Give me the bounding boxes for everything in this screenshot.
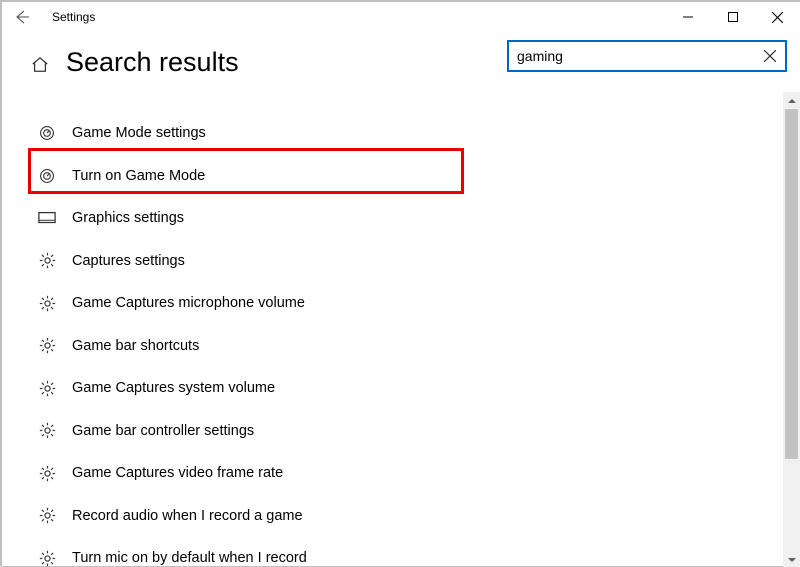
app-title: Settings (42, 10, 95, 24)
result-label: Captures settings (72, 253, 185, 269)
result-item[interactable]: Game bar shortcuts (32, 325, 462, 368)
result-item[interactable]: Turn on Game Mode (32, 155, 462, 198)
maximize-button[interactable] (710, 2, 755, 32)
scroll-up-button[interactable] (783, 92, 800, 109)
scroll-down-button[interactable] (783, 551, 800, 567)
x-icon (764, 50, 776, 62)
result-label: Game Mode settings (72, 125, 206, 141)
gear-icon (38, 337, 56, 355)
close-button[interactable] (755, 2, 800, 32)
chevron-down-icon (788, 556, 796, 564)
gear-icon (38, 294, 56, 312)
result-label: Turn mic on by default when I record (72, 550, 307, 566)
results-list: Game Mode settings Turn on Game Mode Graph… (32, 112, 462, 567)
gear-icon (38, 422, 56, 440)
maximize-icon (728, 12, 738, 22)
home-button[interactable] (30, 55, 50, 75)
result-label: Graphics settings (72, 210, 184, 226)
result-label: Game bar shortcuts (72, 338, 199, 354)
gear-icon (38, 464, 56, 482)
content-area: Game Mode settings Turn on Game Mode Graph… (2, 92, 800, 567)
monitor-icon (38, 209, 56, 227)
minimize-icon (683, 12, 693, 22)
result-item[interactable]: Game Mode settings (32, 112, 462, 155)
result-label: Game Captures system volume (72, 380, 275, 396)
scrollbar-thumb[interactable] (785, 109, 798, 459)
result-item[interactable]: Turn mic on by default when I record (32, 537, 462, 567)
scrollbar[interactable] (783, 92, 800, 567)
result-item[interactable]: Record audio when I record a game (32, 495, 462, 538)
search-box[interactable] (507, 40, 787, 72)
gear-icon (38, 507, 56, 525)
minimize-button[interactable] (665, 2, 710, 32)
dial-icon (38, 124, 56, 142)
result-label: Game Captures microphone volume (72, 295, 305, 311)
result-item[interactable]: Graphics settings (32, 197, 462, 240)
result-label: Game Captures video frame rate (72, 465, 283, 481)
result-item[interactable]: Game Captures video frame rate (32, 452, 462, 495)
close-icon (772, 12, 783, 23)
result-label: Game bar controller settings (72, 423, 254, 439)
gear-icon (38, 379, 56, 397)
home-icon (31, 56, 49, 74)
search-input[interactable] (509, 44, 755, 68)
dial-icon (38, 167, 56, 185)
result-label: Turn on Game Mode (72, 168, 205, 184)
header: Search results (2, 32, 800, 92)
gear-icon (38, 549, 56, 567)
title-bar: Settings (2, 2, 800, 32)
page-title: Search results (66, 47, 239, 78)
chevron-up-icon (788, 97, 796, 105)
result-item[interactable]: Captures settings (32, 240, 462, 283)
search-clear-button[interactable] (755, 42, 785, 70)
result-label: Record audio when I record a game (72, 508, 303, 524)
back-button[interactable] (2, 2, 42, 32)
result-item[interactable]: Game bar controller settings (32, 410, 462, 453)
result-item[interactable]: Game Captures system volume (32, 367, 462, 410)
gear-icon (38, 252, 56, 270)
arrow-left-icon (14, 9, 30, 25)
result-item[interactable]: Game Captures microphone volume (32, 282, 462, 325)
